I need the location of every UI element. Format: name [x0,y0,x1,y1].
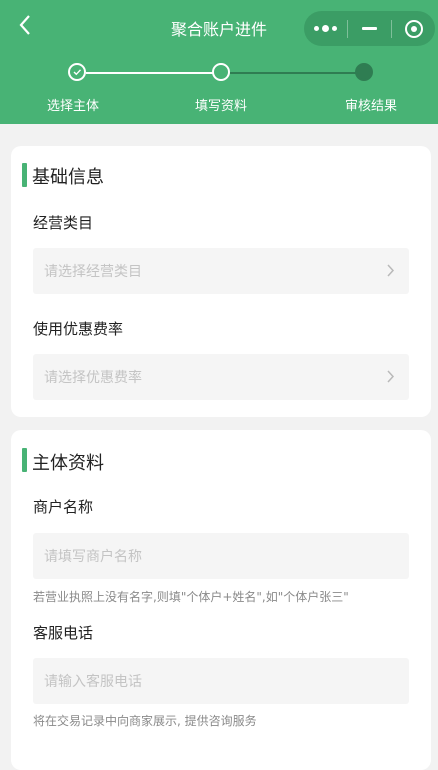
section-accent-bar [22,163,27,187]
progress-steps: 选择主体 填写资料 审核结果 [0,60,438,120]
minimize-button[interactable] [348,11,391,46]
step-pending-icon [355,63,373,81]
phone-input[interactable]: 请输入客服电话 [33,658,409,704]
merchant-name-input[interactable]: 请填写商户名称 [33,533,409,579]
phone-placeholder: 请输入客服电话 [44,674,142,690]
target-icon [404,19,423,38]
step-label-fill-info: 填写资料 [194,99,248,114]
chevron-right-icon [387,370,395,383]
basic-info-title: 基础信息 [32,167,104,188]
step-connector [230,72,356,74]
more-dots-icon [314,25,337,32]
category-placeholder: 请选择经营类目 [44,264,142,280]
rate-placeholder: 请选择优惠费率 [44,370,142,386]
more-options-button[interactable] [304,11,347,46]
entity-info-title: 主体资料 [32,453,104,474]
merchant-name-placeholder: 请填写商户名称 [44,549,142,565]
merchant-name-label: 商户名称 [33,498,94,516]
close-mini-program-button[interactable] [392,11,435,46]
rate-label: 使用优惠费率 [33,320,124,338]
entity-info-card: 主体资料 商户名称 请填写商户名称 若营业执照上没有名字,则填"个体户+姓名",… [11,430,431,770]
chevron-right-icon [387,264,395,277]
step-done-icon [68,63,86,81]
category-select[interactable]: 请选择经营类目 [33,248,409,294]
minimize-icon [362,27,377,30]
step-label-select-entity: 选择主体 [46,99,100,114]
step-label-review-result: 审核结果 [344,99,398,114]
step-connector [86,72,213,74]
section-accent-bar [22,448,27,472]
category-label: 经营类目 [33,214,94,232]
header-bar: 聚合账户进件 选择主体 填写资料 审核结果 [0,0,438,124]
phone-hint: 将在交易记录中向商家展示, 提供咨询服务 [33,714,257,728]
rate-select[interactable]: 请选择优惠费率 [33,354,409,400]
mini-program-capsule [304,11,435,46]
merchant-name-hint: 若营业执照上没有名字,则填"个体户+姓名",如"个体户张三" [33,590,349,604]
step-current-icon [212,63,230,81]
basic-info-card: 基础信息 经营类目 请选择经营类目 使用优惠费率 请选择优惠费率 [11,146,431,417]
phone-label: 客服电话 [33,624,94,642]
